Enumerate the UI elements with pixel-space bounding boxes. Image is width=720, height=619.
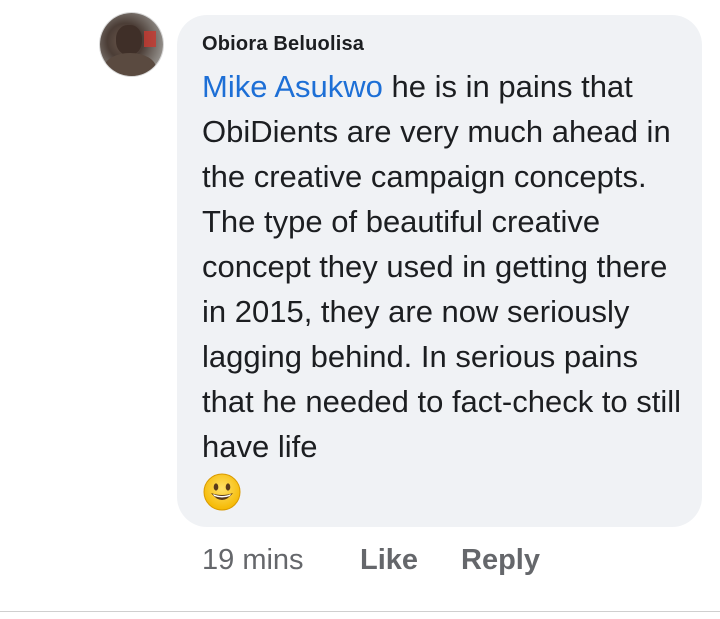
avatar-background-detail bbox=[144, 31, 156, 47]
like-button[interactable]: Like bbox=[360, 544, 418, 577]
reply-button[interactable]: Reply bbox=[461, 544, 540, 577]
avatar-head bbox=[116, 25, 142, 55]
avatar-shoulders bbox=[104, 53, 156, 76]
author-avatar[interactable] bbox=[100, 13, 163, 76]
comment-body: he is in pains that ObiDients are very m… bbox=[202, 69, 682, 464]
comment: Obiora Beluolisa Mike Asukwo he is in pa… bbox=[0, 0, 720, 619]
divider bbox=[0, 611, 720, 612]
grinning-face-emoji-icon bbox=[203, 473, 241, 511]
comment-text: Mike Asukwo he is in pains that ObiDient… bbox=[202, 64, 692, 469]
timestamp[interactable]: 19 mins bbox=[202, 544, 304, 577]
author-name[interactable]: Obiora Beluolisa bbox=[202, 33, 364, 56]
mention-link[interactable]: Mike Asukwo bbox=[202, 69, 383, 104]
